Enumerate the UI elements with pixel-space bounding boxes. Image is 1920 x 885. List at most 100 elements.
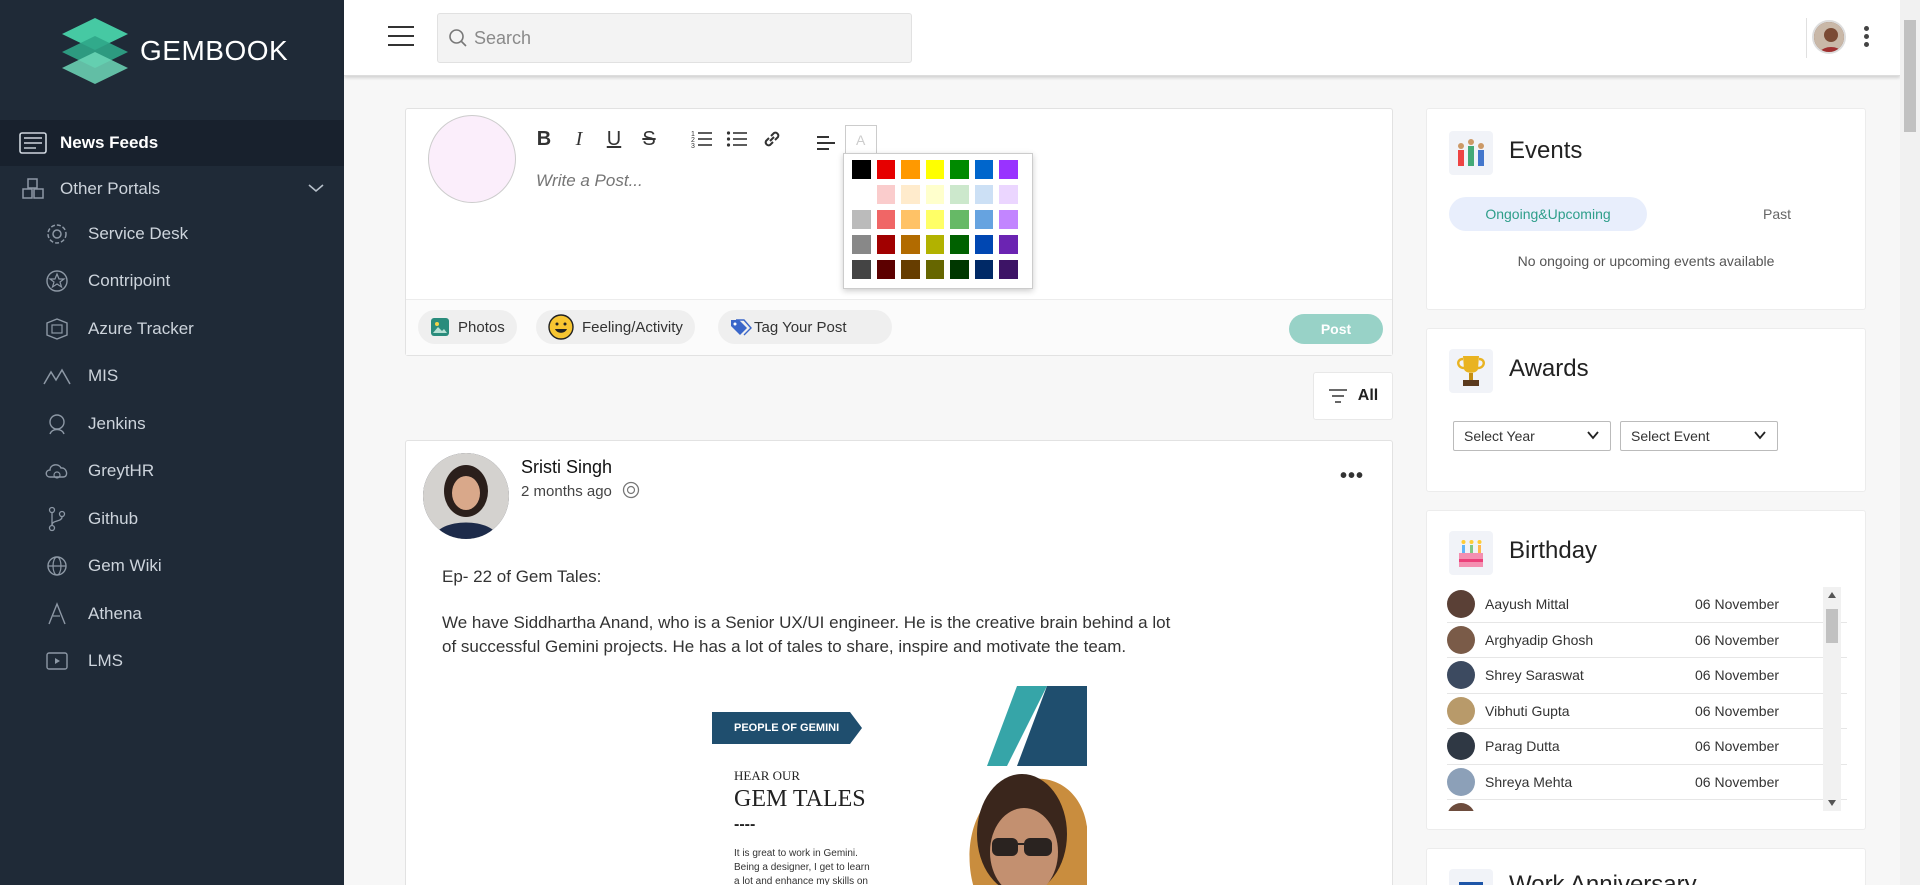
user-avatar[interactable] [1812,20,1846,54]
color-swatch[interactable] [852,160,871,179]
more-options-icon[interactable] [1862,26,1870,48]
sidebar-item-athena[interactable]: Athena [0,591,344,637]
birthday-row[interactable]: Arghyadip Ghosh 06 November [1447,623,1847,658]
sidebar-item-lms[interactable]: LMS [0,638,344,684]
globe-icon [42,553,72,579]
color-swatch[interactable] [925,235,945,254]
color-swatch[interactable] [876,260,896,279]
post-author-avatar[interactable] [423,453,509,539]
link-icon[interactable] [760,127,784,151]
post-image[interactable]: PEOPLE OF GEMINI HEAR OUR GEM TALES ----… [712,686,1087,885]
tag-post-button[interactable]: Tag Your Post [718,310,892,344]
color-swatch[interactable] [852,210,871,229]
color-swatch[interactable] [901,160,920,179]
post-author-name[interactable]: Sristi Singh [521,457,612,478]
birthday-row[interactable]: Shruti Kukreja06 November [1447,800,1847,811]
color-swatch[interactable] [925,185,945,204]
tab-past[interactable]: Past [1727,197,1827,231]
sidebar-item-jenkins[interactable]: Jenkins [0,401,344,447]
post-button[interactable]: Post [1289,314,1383,344]
sidebar-item-azure-tracker[interactable]: Azure Tracker [0,306,344,352]
color-swatch[interactable] [852,260,871,279]
select-event-dropdown[interactable]: Select Event [1620,421,1778,451]
sidebar-item-github[interactable]: Github [0,496,344,542]
birthday-list[interactable]: Aayush Mittal 06 November Arghyadip Ghosh 0… [1447,587,1847,811]
brand-logo[interactable]: GEMBOOK [60,18,288,84]
color-swatch[interactable] [901,185,920,204]
birthday-row[interactable]: Shrey Saraswat 06 November [1447,658,1847,694]
color-swatch[interactable] [925,210,945,229]
sidebar-item-greythr[interactable]: GreytHR [0,448,344,494]
color-swatch[interactable] [852,185,871,204]
work-anniversary-panel: Work Anniversary [1426,848,1866,885]
birthday-row[interactable]: Aayush Mittal 06 November [1447,587,1847,623]
page-scrollbar[interactable] [1900,0,1920,885]
scroll-up-icon[interactable] [1827,591,1837,599]
sidebar-item-gem-wiki[interactable]: Gem Wiki [0,543,344,589]
birthday-row[interactable]: Vibhuti Gupta 06 November [1447,694,1847,729]
strikethrough-button[interactable]: S [637,127,661,151]
poster-heading-big: GEM TALES [734,786,866,812]
star-icon [42,268,72,294]
color-swatch[interactable] [901,235,920,254]
birthday-row[interactable]: Shreya Mehta 06 November [1447,765,1847,800]
color-swatch[interactable] [901,260,920,279]
sidebar-item-other-portals[interactable]: Other Portals [0,166,344,212]
color-swatch[interactable] [876,235,896,254]
page-scrollbar-thumb[interactable] [1904,20,1916,132]
color-swatch[interactable] [999,160,1019,179]
post-options-icon[interactable]: ••• [1340,465,1364,488]
ordered-list-icon[interactable]: 123 [690,127,714,151]
bold-button[interactable]: B [532,127,556,151]
color-swatch[interactable] [925,260,945,279]
italic-button[interactable]: I [567,127,591,151]
birthday-name: Shreya Mehta [1485,773,1573,790]
color-swatch[interactable] [876,210,896,229]
poster-portrait [969,774,1087,885]
sidebar-item-mis[interactable]: MIS [0,353,344,399]
sidebar-item-news-feeds[interactable]: News Feeds [0,120,344,166]
scroll-down-icon[interactable] [1827,799,1837,807]
search-box[interactable] [437,13,912,63]
align-icon[interactable] [814,131,838,155]
birthday-scrollbar-thumb[interactable] [1826,609,1838,643]
color-swatch[interactable] [876,160,896,179]
color-swatch[interactable] [950,210,969,229]
news-icon [18,130,48,156]
color-swatch[interactable] [974,160,994,179]
color-swatch[interactable] [925,160,945,179]
tab-ongoing-upcoming[interactable]: Ongoing&Upcoming [1449,197,1647,231]
color-swatch[interactable] [974,260,994,279]
sidebar-item-service-desk[interactable]: Service Desk [0,211,344,257]
sidebar-item-contripoint[interactable]: Contripoint [0,258,344,304]
color-swatch[interactable] [852,235,871,254]
color-swatch[interactable] [876,185,896,204]
chevron-down-icon[interactable] [306,178,326,203]
color-swatch[interactable] [974,185,994,204]
photos-button[interactable]: Photos [418,310,517,344]
color-swatch[interactable] [974,210,994,229]
post-timestamp: 2 months ago [521,481,640,503]
color-swatch[interactable] [950,260,969,279]
color-swatch[interactable] [999,210,1019,229]
underline-button[interactable]: U [602,127,626,151]
color-swatch[interactable] [901,210,920,229]
hamburger-menu-icon[interactable] [388,26,414,46]
birthday-row[interactable]: Parag Dutta 06 November [1447,729,1847,765]
birthday-scrollbar[interactable] [1823,587,1841,811]
color-swatch[interactable] [950,235,969,254]
color-swatch[interactable] [999,235,1019,254]
feed-filter-button[interactable]: All [1313,372,1393,420]
color-swatch[interactable] [974,235,994,254]
photo-icon [430,317,450,337]
color-swatch[interactable] [950,160,969,179]
color-swatch[interactable] [950,185,969,204]
search-input[interactable] [474,27,894,49]
bullet-list-icon[interactable] [725,127,749,151]
birthday-avatar [1447,732,1475,761]
feeling-activity-button[interactable]: Feeling/Activity [536,310,695,344]
text-color-icon[interactable]: A [845,125,877,153]
select-year-dropdown[interactable]: Select Year [1453,421,1611,451]
color-swatch[interactable] [999,185,1019,204]
color-swatch[interactable] [999,260,1019,279]
